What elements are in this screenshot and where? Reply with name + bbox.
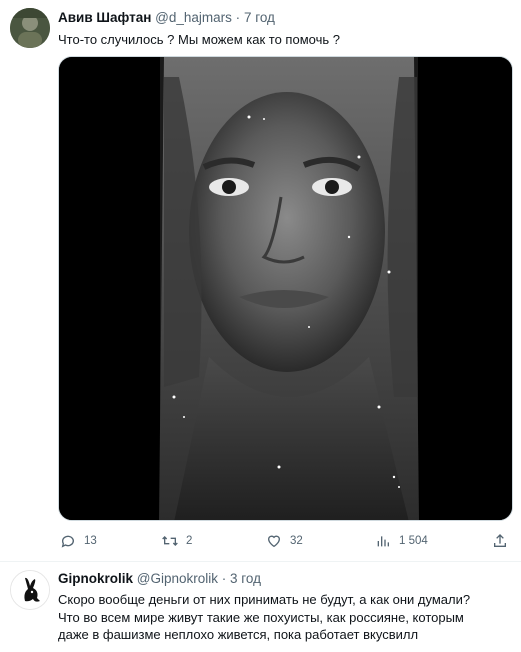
tweet-text: Что-то случилось ? Мы можем как то помоч… (58, 32, 340, 47)
tweet-text: Скоро вообще деньги от них принимать не … (58, 591, 513, 644)
bunny-logo-icon (11, 571, 49, 609)
tweet-text-line: Что во всем мире живут такие же похуисты… (58, 609, 464, 625)
author-handle[interactable]: @d_hajmars (155, 10, 232, 25)
separator-dot: · (221, 571, 227, 586)
reply-button[interactable]: 13 (58, 530, 97, 552)
timestamp[interactable]: 3 год (230, 571, 261, 586)
avatar[interactable] (10, 570, 50, 610)
media-video[interactable] (58, 56, 513, 521)
tweet-text-line: даже в фашизме неплохо живется, пока раб… (58, 627, 419, 642)
reply-count: 13 (84, 535, 97, 547)
timestamp[interactable]: 7 год (244, 10, 275, 25)
avatar[interactable] (10, 8, 50, 48)
tweet-header: Gipnokrolik @Gipnokrolik · 3 год (58, 570, 261, 588)
views-icon (373, 531, 393, 551)
tweet[interactable]: Gipnokrolik @Gipnokrolik · 3 год Скоро в… (0, 562, 521, 652)
separator-dot: · (235, 10, 241, 25)
retweet-count: 2 (186, 535, 193, 547)
like-button[interactable]: 32 (264, 530, 303, 552)
views-count: 1 504 (399, 535, 428, 547)
tweet[interactable]: Авив Шафтан @d_hajmars · 7 год Что-то сл… (0, 0, 521, 562)
author-name[interactable]: Gipnokrolik (58, 571, 133, 586)
reply-icon (58, 531, 78, 551)
author-handle[interactable]: @Gipnokrolik (137, 571, 218, 586)
retweet-button[interactable]: 2 (160, 530, 192, 552)
tweet-header: Авив Шафтан @d_hajmars · 7 год (58, 9, 275, 27)
author-name[interactable]: Авив Шафтан (58, 10, 151, 25)
heart-icon (264, 531, 284, 551)
retweet-icon (160, 531, 180, 551)
share-icon (490, 531, 510, 551)
like-count: 32 (290, 535, 303, 547)
views-button[interactable]: 1 504 (373, 530, 428, 552)
video-frame (59, 57, 512, 520)
tweet-text-line: Скоро вообще деньги от них принимать не … (58, 592, 471, 607)
action-bar: 13 2 32 1 504 (58, 530, 513, 552)
share-button[interactable] (490, 530, 510, 552)
